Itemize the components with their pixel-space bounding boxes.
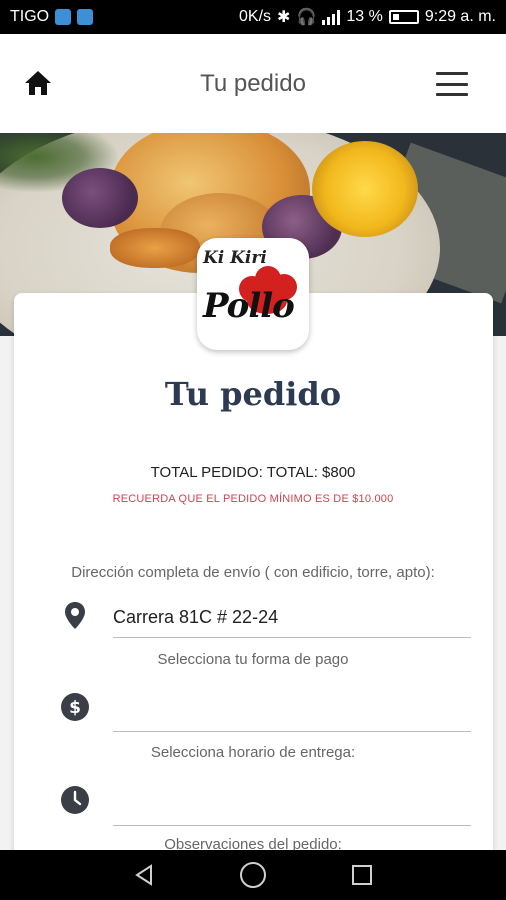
bluetooth-icon: ✱ [277,9,291,26]
schedule-select[interactable] [113,786,471,826]
logo-text-main: Pollo [203,286,295,326]
clock-icon [60,785,90,815]
app-header: Tu pedido [0,34,506,133]
logo-text-top: Ki Kiri [203,248,267,268]
gallery-icon [77,9,94,25]
back-icon[interactable] [127,858,161,892]
status-bar: TIGO 0K/s ✱ 🎧 13 % 9:29 a. m. [0,0,506,34]
battery-label: 13 % [346,8,383,25]
order-total: TOTAL PEDIDO: TOTAL: $800 [150,464,356,481]
signal-icon [322,9,341,25]
svg-text:$: $ [69,698,81,718]
headphones-icon: 🎧 [296,9,317,26]
payment-label: Selecciona tu forma de pago [157,651,349,668]
android-navigation-bar [0,850,506,900]
hamburger-menu-icon[interactable] [436,72,468,96]
dollar-icon: $ [60,692,90,722]
home-circle-icon[interactable] [236,858,270,892]
address-input[interactable] [113,598,471,638]
payment-select[interactable] [113,692,471,732]
carrier-label: TIGO [10,8,50,25]
battery-icon [388,10,419,24]
location-pin-icon [60,600,90,630]
brand-logo: Ki Kiri Pollo [197,238,309,350]
network-speed: 0K/s [239,8,272,25]
clock: 9:29 a. m. [424,8,496,25]
notification-icon [55,9,72,25]
recents-icon[interactable] [345,858,379,892]
address-label: Dirección completa de envío ( con edific… [71,564,435,581]
schedule-label: Selecciona horario de entrega: [150,744,356,761]
header-title: Tu pedido [200,70,306,97]
minimum-order-notice: RECUERDA QUE EL PEDIDO MÍNIMO ES DE $10.… [112,493,394,505]
order-title: Tu pedido [164,375,342,413]
